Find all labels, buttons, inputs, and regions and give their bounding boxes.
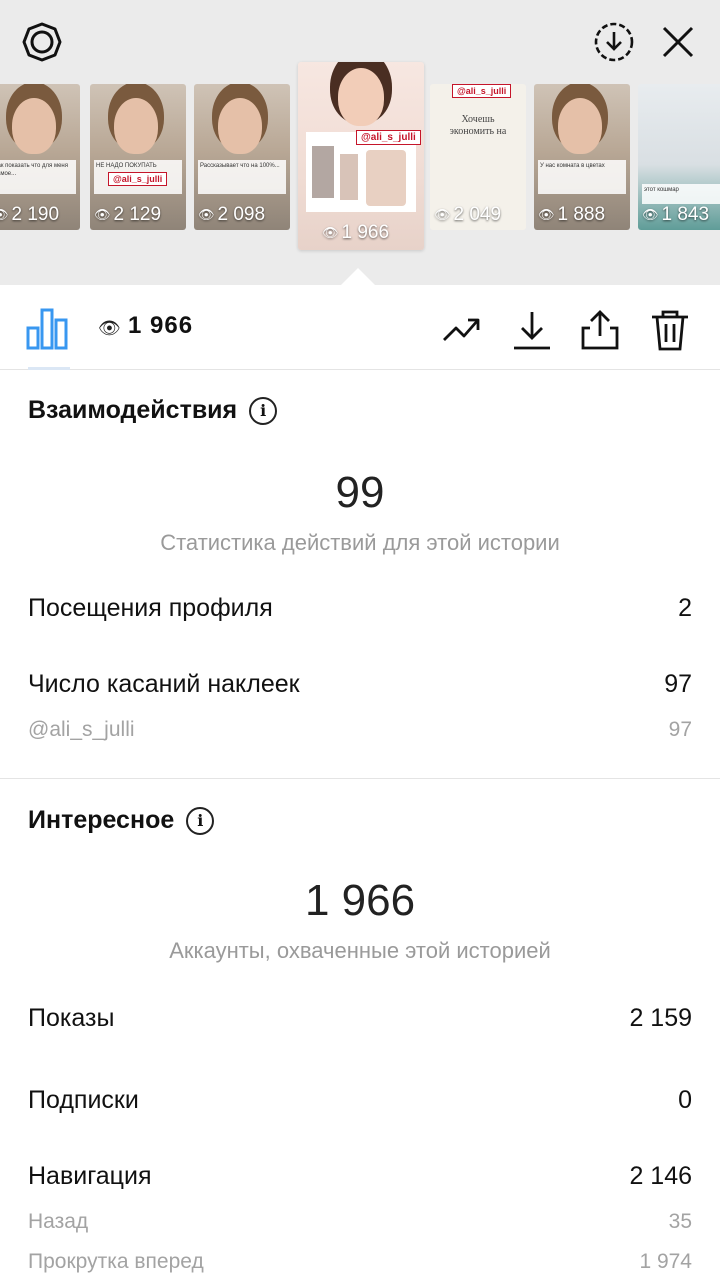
stat-label: Назад	[28, 1210, 89, 1233]
eye-icon: 👁	[0, 207, 9, 222]
interactions-title: Взаимодействия	[28, 396, 238, 424]
interactions-section-title: Взаимодействия i	[28, 396, 278, 425]
story-toolbar: 👁 1 966	[0, 286, 720, 370]
stat-label: Навигация	[28, 1162, 152, 1190]
eye-icon: 👁	[642, 207, 659, 222]
mention-sticker: @ali_s_julli	[452, 84, 512, 98]
story-caption: Хочешь экономить на	[449, 114, 507, 137]
stat-label: @ali_s_julli	[28, 718, 135, 741]
story-view-count: 👁 2 190	[0, 204, 78, 226]
eye-icon: 👁	[98, 318, 121, 338]
stat-value: 35	[668, 1210, 692, 1233]
active-tab-indicator	[28, 367, 70, 370]
story-thumbnail[interactable]: @ali_s_julli Хочешь экономить на 👁 2 049	[430, 84, 526, 230]
story-thumbnail[interactable]: этот кошмар 👁 1 843	[638, 84, 720, 230]
eye-icon: 👁	[322, 225, 339, 240]
story-photo	[558, 98, 602, 154]
view-count: 1 966	[128, 312, 194, 339]
settings-icon[interactable]	[18, 18, 66, 66]
discovery-title: Интересное	[28, 806, 175, 834]
stat-value: 97	[668, 718, 692, 741]
story-caption: У нас комната в цветах	[538, 160, 626, 194]
story-caption: этот кошмар	[642, 184, 720, 204]
discovery-total: 1 966	[304, 876, 416, 925]
stat-row-sticker-taps: Число касаний наклеек 97	[28, 670, 692, 699]
eye-icon: 👁	[434, 207, 451, 222]
story-view-count: 👁 2 129	[94, 204, 162, 225]
promote-trend-icon[interactable]	[440, 308, 484, 352]
story-view-count: 👁 1 966	[322, 222, 390, 243]
stat-row-navigation: Навигация 2 146	[28, 1162, 692, 1191]
eye-icon: 👁	[538, 207, 555, 222]
selected-story-pointer	[340, 268, 376, 286]
story-caption: Рассказывает что на 100%...	[198, 160, 286, 194]
stat-row-follows: Подписки 0	[28, 1086, 692, 1115]
story-thumbnail-selected[interactable]: @ali_s_julli 👁 1 966	[298, 62, 424, 250]
stat-value: 1 974	[639, 1250, 692, 1273]
download-icon[interactable]	[510, 308, 554, 352]
story-thumbnail[interactable]: НЕ НАДО ПОКУПАТЬ @ali_s_julli 👁 2 129	[90, 84, 186, 230]
stat-label: Показы	[28, 1004, 115, 1032]
stat-value: 2	[678, 594, 692, 622]
story-insights-screen: Как показать что для меня самое... 👁2 19…	[0, 0, 720, 1280]
story-carousel-area: Как показать что для меня самое... 👁2 19…	[0, 0, 720, 286]
story-thumbnail[interactable]: Как показать что для меня самое... 👁2 19…	[0, 84, 80, 230]
stat-value: 2 146	[629, 1162, 692, 1190]
stat-label: Посещения профиля	[28, 594, 273, 622]
info-icon[interactable]: i	[186, 806, 215, 835]
stat-value: 97	[664, 670, 692, 698]
story-photo	[12, 98, 56, 154]
mention-sticker: @ali_s_julli	[356, 130, 421, 145]
story-thumbnail[interactable]: У нас комната в цветах 👁 1 888	[534, 84, 630, 230]
interactions-caption: Статистика действий для этой истории	[160, 530, 560, 555]
stat-label: Число касаний наклеек	[28, 670, 300, 698]
stat-row-back: Назад 35	[28, 1210, 692, 1234]
eye-icon: 👁	[94, 207, 111, 222]
section-divider	[0, 778, 720, 779]
story-caption: Как показать что для меня самое...	[0, 160, 76, 194]
stat-label: Прокрутка вперед	[28, 1250, 204, 1273]
story-view-count: 👁 2 049	[434, 204, 502, 225]
discovery-section-title: Интересное i	[28, 806, 215, 835]
mention-sticker: @ali_s_julli	[108, 172, 168, 186]
story-photo	[114, 98, 158, 154]
discovery-caption: Аккаунты, охваченные этой историей	[169, 938, 551, 963]
story-photo	[338, 68, 384, 126]
story-view-count: 👁 1 888	[538, 204, 606, 225]
story-view-count: 👁 2 098	[198, 204, 266, 225]
interactions-total: 99	[335, 468, 385, 517]
share-icon[interactable]	[578, 308, 622, 352]
stat-row-mention-sticker: @ali_s_julli 97	[28, 718, 692, 742]
stat-row-impressions: Показы 2 159	[28, 1004, 692, 1033]
stat-value: 0	[678, 1086, 692, 1114]
story-view-count: 👁 1 843	[642, 204, 710, 225]
story-thumbnail[interactable]: Рассказывает что на 100%... 👁 2 098	[194, 84, 290, 230]
stat-label: Подписки	[28, 1086, 139, 1114]
stat-row-profile-visits: Посещения профиля 2	[28, 594, 692, 623]
story-thumbnails: Как показать что для меня самое... 👁2 19…	[0, 62, 720, 250]
delete-icon[interactable]	[648, 308, 692, 352]
story-photo	[218, 98, 262, 154]
insights-bar-chart-icon[interactable]	[24, 306, 72, 350]
stat-value: 2 159	[629, 1004, 692, 1032]
stat-row-forward: Прокрутка вперед 1 974	[28, 1250, 692, 1274]
save-story-icon[interactable]	[590, 18, 638, 66]
close-icon[interactable]	[654, 18, 702, 66]
info-icon[interactable]: i	[249, 396, 278, 425]
eye-icon: 👁	[198, 207, 215, 222]
